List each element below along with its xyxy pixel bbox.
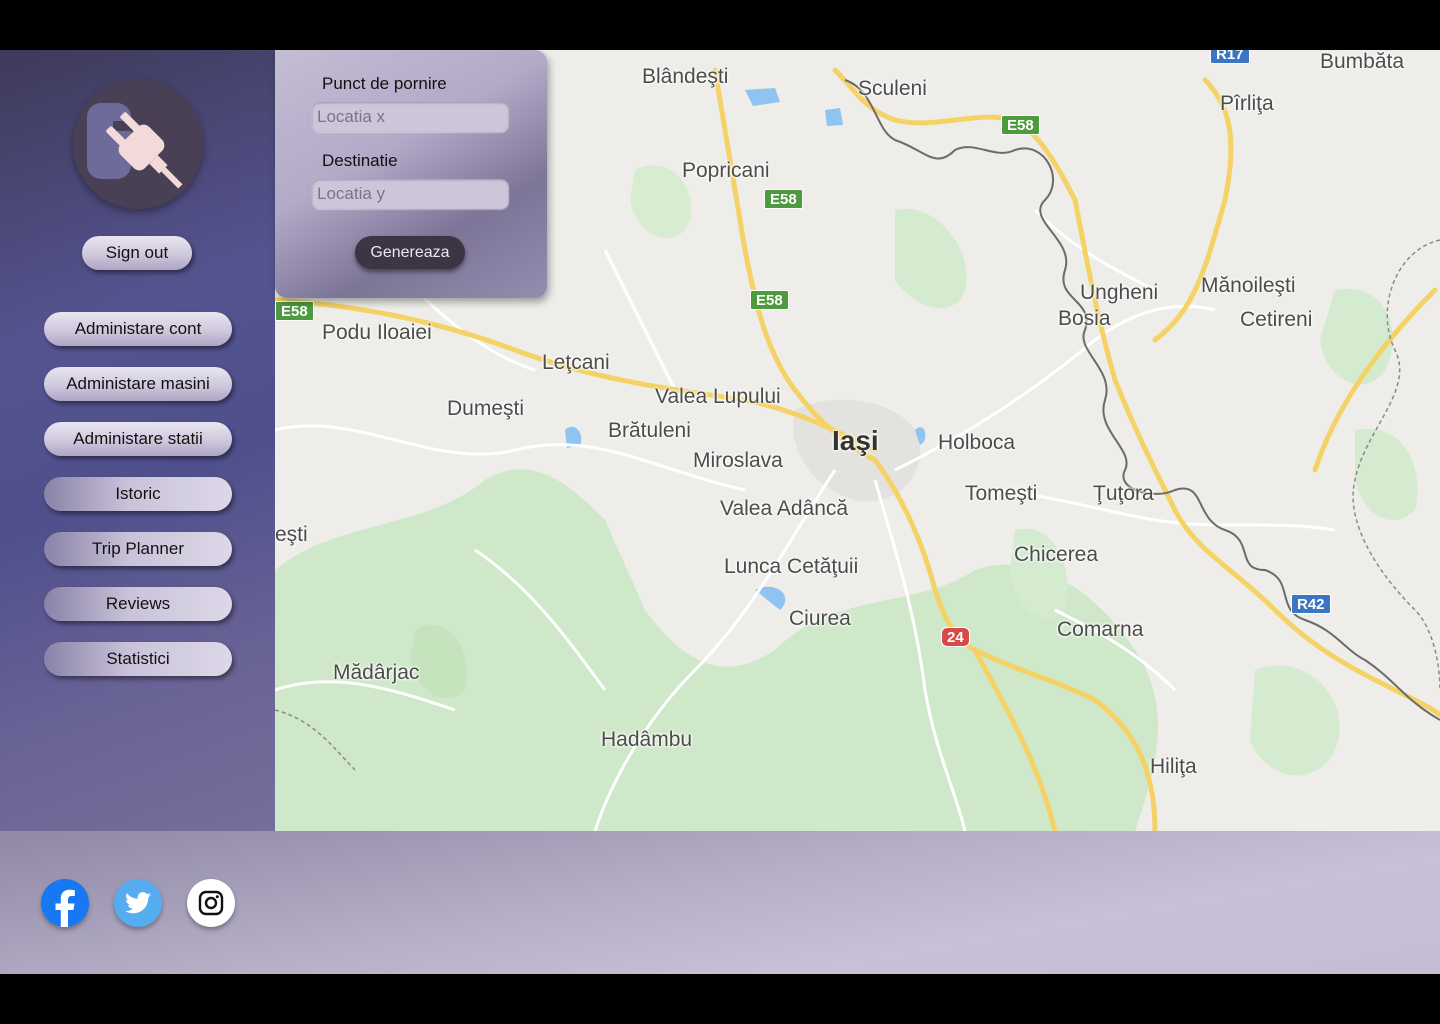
- road-shield-e58: E58: [764, 189, 803, 209]
- map-label-tutora: Ţuţora: [1093, 482, 1154, 505]
- road-shield-r42: R42: [1291, 594, 1331, 614]
- menu-trip-planner[interactable]: Trip Planner: [44, 532, 232, 566]
- menu-statistici[interactable]: Statistici: [44, 642, 232, 676]
- plug-icon: [73, 79, 203, 209]
- map-label-chicerea: Chicerea: [1014, 543, 1099, 566]
- top-bar: [0, 0, 1440, 50]
- menu-administrare-statii[interactable]: Administare statii: [44, 422, 232, 456]
- map-label-dumesti: Dumeşti: [447, 397, 525, 420]
- map-label-popricani: Popricani: [682, 159, 770, 182]
- road-shield-e58: E58: [275, 301, 314, 321]
- footer: [0, 831, 1440, 974]
- map-label-bumbata: Bumbăta: [1320, 50, 1405, 73]
- map-label-tomesti: Tomeşti: [965, 482, 1038, 505]
- start-point-label: Punct de pornire: [322, 74, 447, 93]
- map-label-ungheni: Ungheni: [1080, 281, 1159, 304]
- map-label-ciurea: Ciurea: [789, 607, 851, 630]
- map-label-bosia: Bosia: [1058, 307, 1111, 330]
- facebook-icon[interactable]: [41, 879, 89, 927]
- twitter-icon[interactable]: [114, 879, 162, 927]
- map-label-holboca: Holboca: [938, 431, 1016, 454]
- map-label-valea-lupului: Valea Lupului: [655, 385, 781, 408]
- map-label-bratuleni: Brătuleni: [608, 419, 691, 442]
- destination-input[interactable]: [312, 179, 509, 209]
- menu-administrare-masini[interactable]: Administare masini: [44, 367, 232, 401]
- map-label-pirlita: Pîrliţa: [1220, 92, 1274, 115]
- sign-out-button[interactable]: Sign out: [82, 236, 192, 270]
- map-label-letcani: Leţcani: [542, 351, 610, 374]
- map-label-madarjac: Mădârjac: [333, 661, 420, 684]
- map-label-podu-iloaiei: Podu Iloaiei: [322, 321, 432, 344]
- menu-reviews[interactable]: Reviews: [44, 587, 232, 621]
- menu-administrare-cont[interactable]: Administare cont: [44, 312, 232, 346]
- destination-label: Destinatie: [322, 151, 398, 170]
- map-label-hilita: Hiliţa: [1150, 755, 1197, 778]
- road-shield-e58: E58: [1001, 115, 1040, 135]
- map-label-sculeni: Sculeni: [858, 77, 927, 100]
- map-label-valea-adanca: Valea Adâncă: [720, 497, 849, 520]
- road-shield-24: 24: [941, 627, 970, 647]
- sidebar: Sign out Administare cont Administare ma…: [0, 50, 275, 831]
- road-shield-r17: R17: [1210, 50, 1250, 64]
- map-label-miroslava: Miroslava: [693, 449, 783, 472]
- map-label-comarna: Comarna: [1057, 618, 1144, 641]
- bottom-bar: [0, 974, 1440, 1024]
- generate-button[interactable]: Genereaza: [355, 236, 465, 269]
- menu-istoric[interactable]: Istoric: [44, 477, 232, 511]
- map-label-manoilesti: Mănoileşti: [1201, 274, 1296, 297]
- map-label-blandesti: Blândeşti: [642, 65, 729, 88]
- map-label-esti: eşti: [275, 523, 308, 546]
- instagram-icon[interactable]: [187, 879, 235, 927]
- trip-planner-panel: Punct de pornire Destinatie Genereaza: [275, 50, 547, 298]
- map-label-iasi: Iaşi: [832, 425, 879, 456]
- map-label-lunca-cetatuii: Lunca Cetăţuii: [724, 555, 859, 578]
- start-point-input[interactable]: [312, 102, 509, 132]
- map-label-hadambu: Hadâmbu: [601, 728, 693, 751]
- road-shield-e58: E58: [750, 290, 789, 310]
- map-label-cetireni: Cetireni: [1240, 308, 1313, 331]
